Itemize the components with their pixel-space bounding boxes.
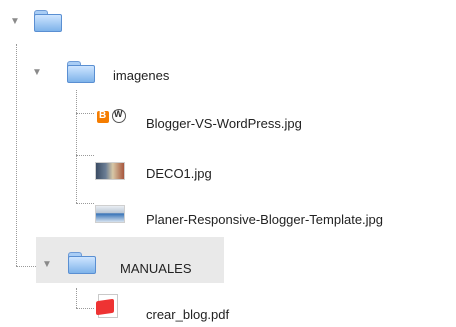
file-item-label[interactable]: DECO1.jpg <box>146 166 212 182</box>
folder-body <box>67 65 95 83</box>
folder-label-imagenes[interactable]: imagenes <box>113 68 169 84</box>
folder-body <box>34 14 62 32</box>
file-item-label[interactable]: Blogger-VS-WordPress.jpg <box>146 116 302 132</box>
wordpress-icon <box>112 109 126 123</box>
file-item-label[interactable]: Planer-Responsive-Blogger-Template.jpg <box>146 212 383 228</box>
expand-arrow-root[interactable]: ▼ <box>8 15 22 29</box>
tree-guide-line <box>76 288 77 308</box>
tree-guide-line <box>76 203 94 204</box>
expand-arrow-imagenes[interactable]: ▼ <box>30 66 44 80</box>
expand-arrow-manuales[interactable]: ▼ <box>40 258 54 272</box>
file-item-label[interactable]: crear_blog.pdf <box>146 307 229 323</box>
tree-guide-line <box>76 113 94 114</box>
folder-icon-imagenes[interactable] <box>67 61 95 83</box>
blogger-icon <box>97 110 109 123</box>
pdf-mark <box>96 298 114 316</box>
pdf-icon <box>96 294 118 318</box>
tree-guide-line <box>76 155 94 156</box>
image-thumbnail-icon <box>95 205 125 223</box>
image-thumbnail-icon <box>95 162 125 180</box>
folder-icon-manuales[interactable] <box>68 252 96 274</box>
folder-icon-root[interactable] <box>34 10 62 32</box>
tree-guide-line <box>16 266 36 267</box>
folder-label-manuales[interactable]: MANUALES <box>120 261 192 277</box>
tree-guide-line <box>76 90 77 203</box>
folder-body <box>68 256 96 274</box>
tree-guide-line <box>76 308 94 309</box>
tree-guide-line <box>16 44 17 266</box>
